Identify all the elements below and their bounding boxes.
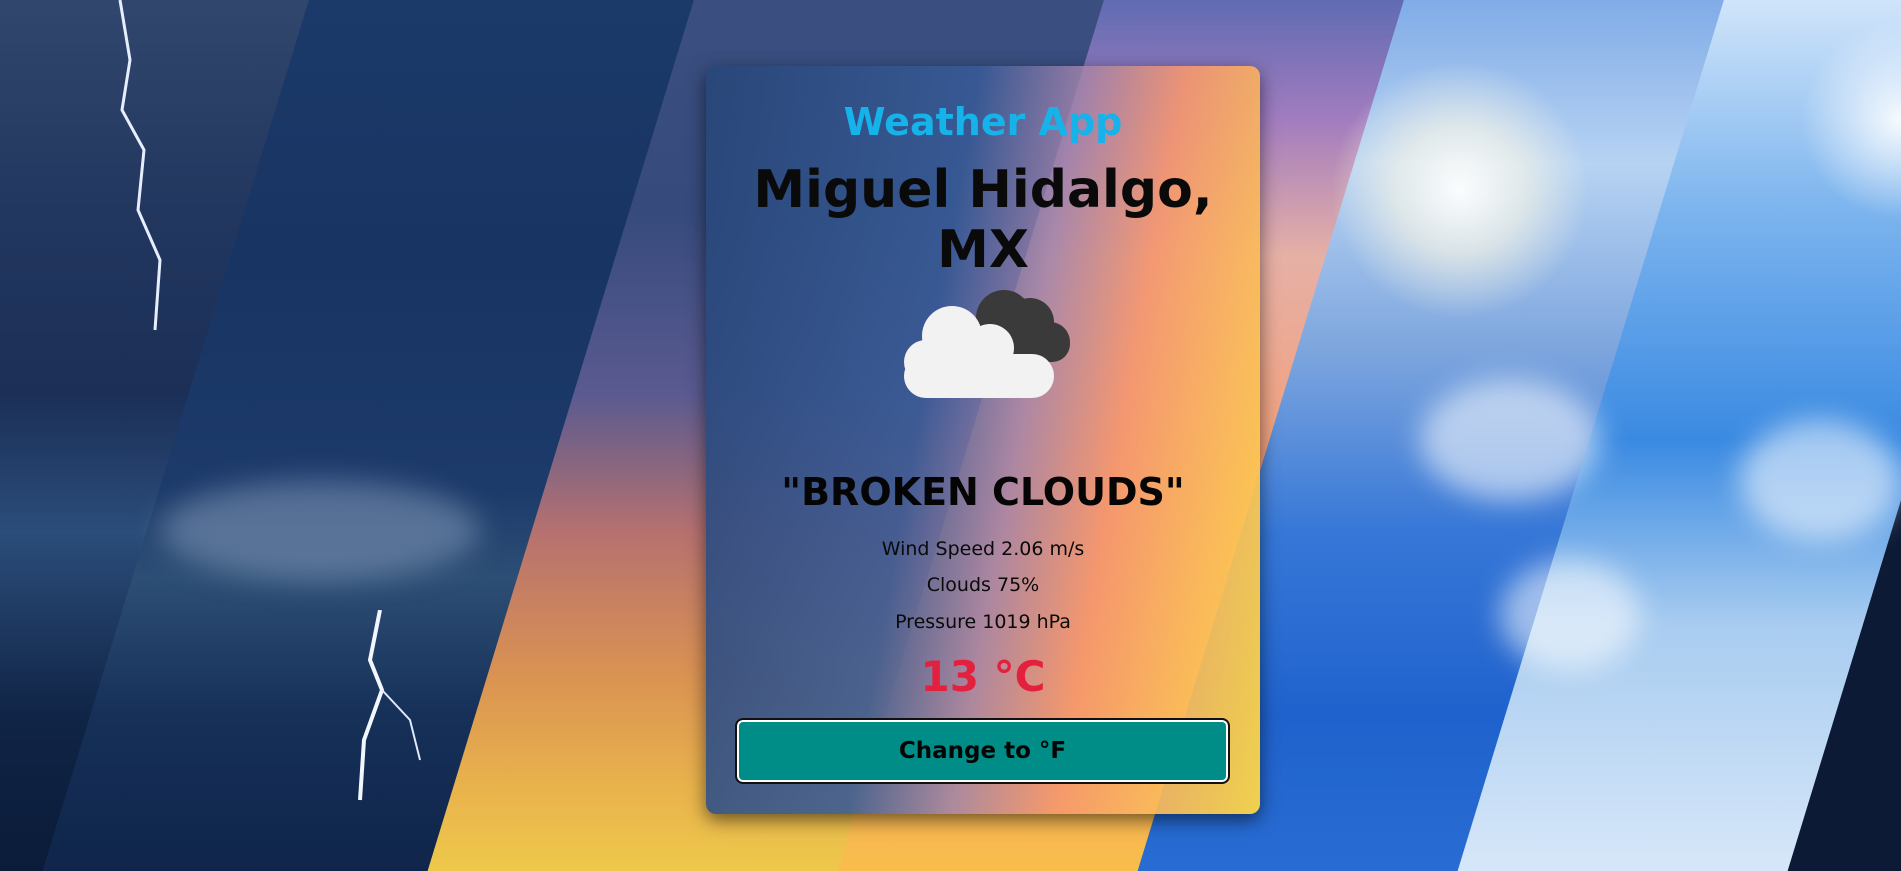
app-title: Weather App bbox=[843, 100, 1123, 144]
wind-speed: Wind Speed 2.06 m/s bbox=[881, 538, 1085, 560]
weather-description: "BROKEN CLOUDS" bbox=[781, 470, 1185, 514]
broken-clouds-icon bbox=[904, 290, 1070, 398]
cloud-texture bbox=[1420, 380, 1600, 500]
cloud-texture bbox=[1500, 560, 1640, 670]
sun-glow bbox=[1330, 60, 1590, 320]
location-name: Miguel Hidalgo, MX bbox=[753, 160, 1213, 280]
cloud-texture bbox=[1740, 420, 1900, 540]
weather-card: Weather App Miguel Hidalgo, MX "BROKEN C… bbox=[706, 66, 1260, 814]
cloud-texture bbox=[160, 480, 480, 580]
pressure: Pressure 1019 hPa bbox=[895, 611, 1071, 633]
change-unit-button[interactable]: Change to °F bbox=[735, 718, 1230, 784]
cloud-coverage: Clouds 75% bbox=[926, 574, 1040, 596]
lightning-icon bbox=[358, 610, 421, 801]
temperature: 13 °C bbox=[920, 652, 1046, 701]
lightning-icon bbox=[118, 0, 162, 331]
